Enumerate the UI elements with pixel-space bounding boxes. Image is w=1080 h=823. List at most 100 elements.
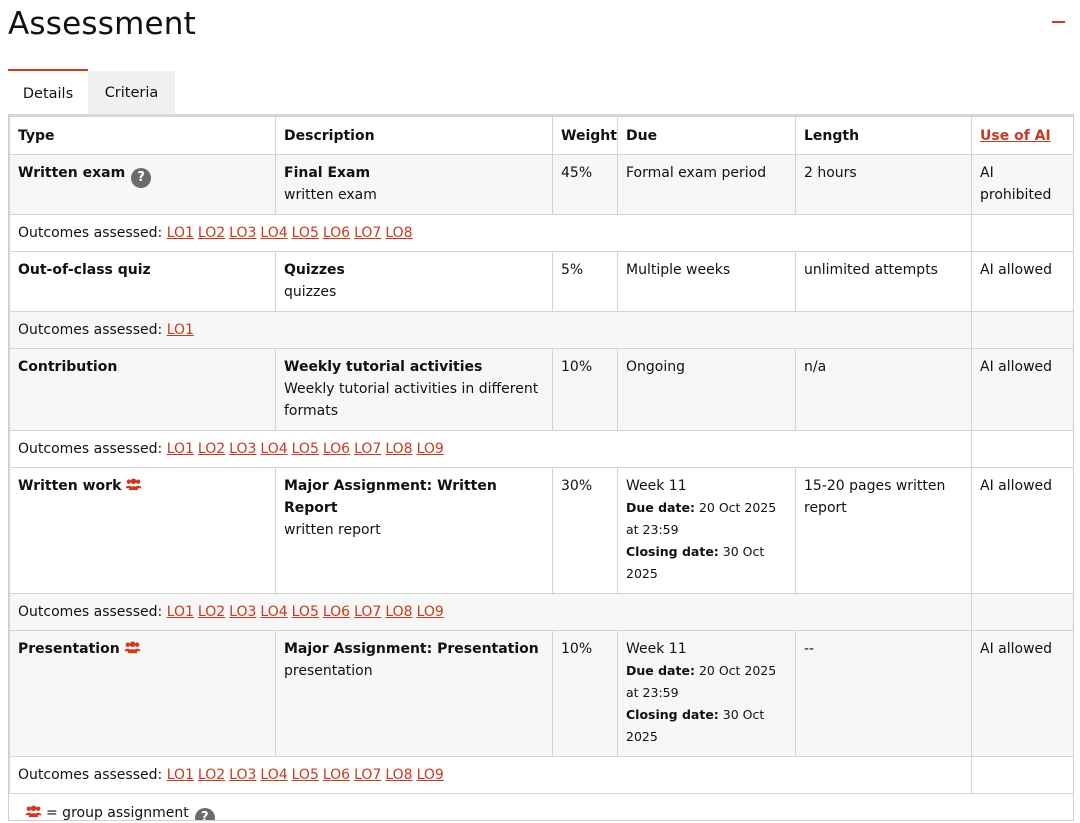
collapse-button[interactable] — [1050, 12, 1066, 32]
outcome-link-lo1[interactable]: LO1 — [167, 322, 194, 338]
outcomes-cell: Outcomes assessed: LO1 LO2 LO3 LO4 LO5 LO6 LO7… — [9, 593, 972, 631]
outcome-link-lo5[interactable]: LO5 — [292, 441, 319, 457]
tab-criteria[interactable]: Criteria — [88, 71, 175, 115]
outcome-link-lo7[interactable]: LO7 — [354, 604, 381, 620]
outcome-link-lo4[interactable]: LO4 — [260, 225, 287, 241]
due-date-label: Due date: — [626, 663, 695, 678]
due-text: Week 11 — [626, 478, 687, 494]
outcome-link-lo3[interactable]: LO3 — [229, 604, 256, 620]
outcome-link-lo4[interactable]: LO4 — [260, 604, 287, 620]
cell-type: Presentation — [9, 630, 276, 757]
outcomes-row: Outcomes assessed: LO1 LO2 LO3 LO4 LO5 LO6 LO7… — [9, 593, 1073, 631]
question-circle-icon[interactable]: ? — [194, 808, 215, 820]
outcome-link-lo9[interactable]: LO9 — [417, 604, 444, 620]
cell-use-of-ai: AI allowed — [971, 630, 1073, 757]
outcomes-label: Outcomes assessed: — [18, 767, 163, 783]
assessment-type: Presentation — [18, 641, 120, 657]
outcome-link-lo6[interactable]: LO6 — [323, 441, 350, 457]
outcome-link-lo2[interactable]: LO2 — [198, 441, 225, 457]
description-subtitle: written report — [284, 522, 381, 538]
cell-weight: 10% — [552, 630, 618, 757]
outcome-link-lo8[interactable]: LO8 — [385, 225, 412, 241]
outcome-link-lo5[interactable]: LO5 — [292, 604, 319, 620]
due-text: Formal exam period — [626, 165, 767, 181]
outcome-link-lo2[interactable]: LO2 — [198, 225, 225, 241]
outcome-link-lo6[interactable]: LO6 — [323, 604, 350, 620]
cell-description: Final Exam written exam — [275, 154, 553, 215]
cell-type: Written work — [9, 467, 276, 594]
outcome-link-lo7[interactable]: LO7 — [354, 767, 381, 783]
cell-use-of-ai: AI allowed — [971, 251, 1073, 312]
assessment-type: Contribution — [18, 359, 118, 375]
outcome-link-lo9[interactable]: LO9 — [417, 767, 444, 783]
description-title: Quizzes — [284, 262, 345, 278]
outcomes-empty-cell — [971, 214, 1073, 252]
question-circle-icon[interactable]: ? — [131, 168, 152, 188]
legend: = group assignment? — [9, 794, 1073, 821]
outcomes-row: Outcomes assessed: LO1 — [9, 311, 1073, 349]
outcome-link-lo2[interactable]: LO2 — [198, 767, 225, 783]
assessment-table: Type Description Weight Due Length Use o… — [9, 116, 1073, 794]
use-of-ai-link[interactable]: Use of AI — [980, 128, 1051, 144]
outcome-link-lo1[interactable]: LO1 — [167, 767, 194, 783]
cell-length: 2 hours — [795, 154, 972, 215]
outcome-link-lo1[interactable]: LO1 — [167, 441, 194, 457]
cell-type: Written exam? — [9, 154, 276, 215]
outcomes-cell: Outcomes assessed: LO1 LO2 LO3 LO4 LO5 LO6 LO7… — [9, 214, 972, 252]
outcome-link-lo3[interactable]: LO3 — [229, 225, 256, 241]
outcome-link-lo5[interactable]: LO5 — [292, 767, 319, 783]
assessment-type: Written exam — [18, 165, 126, 181]
outcome-link-lo9[interactable]: LO9 — [417, 441, 444, 457]
header-due: Due — [617, 116, 796, 155]
cell-description: Quizzes quizzes — [275, 251, 553, 312]
legend-text: = group assignment — [46, 805, 189, 821]
outcome-link-lo5[interactable]: LO5 — [292, 225, 319, 241]
cell-due: Week 11 Due date: 20 Oct 2025 at 23:59 Clo… — [617, 467, 796, 594]
description-title: Major Assignment: Presentation — [284, 641, 539, 657]
cell-type: Contribution — [9, 348, 276, 431]
outcome-link-lo7[interactable]: LO7 — [354, 225, 381, 241]
cell-weight: 5% — [552, 251, 618, 312]
cell-use-of-ai: AI allowed — [971, 348, 1073, 431]
outcome-link-lo8[interactable]: LO8 — [385, 441, 412, 457]
table-row: Presentation Major Assignment: Presentati… — [9, 630, 1073, 757]
outcomes-empty-cell — [971, 756, 1073, 794]
outcomes-empty-cell — [971, 430, 1073, 468]
outcome-link-lo3[interactable]: LO3 — [229, 441, 256, 457]
outcome-link-lo8[interactable]: LO8 — [385, 604, 412, 620]
cell-length: 15-20 pages written report — [795, 467, 972, 594]
cell-use-of-ai: AI allowed — [971, 467, 1073, 594]
outcome-link-lo6[interactable]: LO6 — [323, 767, 350, 783]
closing-date-label: Closing date: — [626, 544, 719, 559]
tab-details[interactable]: Details — [8, 69, 88, 113]
description-title: Final Exam — [284, 165, 371, 181]
outcomes-cell: Outcomes assessed: LO1 — [9, 311, 972, 349]
outcome-link-lo6[interactable]: LO6 — [323, 225, 350, 241]
outcomes-cell: Outcomes assessed: LO1 LO2 LO3 LO4 LO5 LO6 LO7… — [9, 756, 972, 794]
outcome-link-lo1[interactable]: LO1 — [167, 604, 194, 620]
outcome-link-lo8[interactable]: LO8 — [385, 767, 412, 783]
cell-type: Out-of-class quiz — [9, 251, 276, 312]
outcome-link-lo2[interactable]: LO2 — [198, 604, 225, 620]
table-row: Contribution Weekly tutorial activities We… — [9, 348, 1073, 431]
cell-due: Ongoing — [617, 348, 796, 431]
cell-use-of-ai: AI prohibited — [971, 154, 1073, 215]
due-text: Multiple weeks — [626, 262, 731, 278]
assessment-table-container: Type Description Weight Due Length Use o… — [8, 114, 1074, 821]
outcomes-empty-cell — [971, 311, 1073, 349]
cell-description: Major Assignment: Written Report written … — [275, 467, 553, 594]
outcome-link-lo1[interactable]: LO1 — [167, 225, 194, 241]
outcomes-row: Outcomes assessed: LO1 LO2 LO3 LO4 LO5 LO6 LO7… — [9, 430, 1073, 468]
cell-length: unlimited attempts — [795, 251, 972, 312]
outcome-link-lo4[interactable]: LO4 — [260, 441, 287, 457]
outcome-link-lo3[interactable]: LO3 — [229, 767, 256, 783]
group-people-icon — [125, 478, 142, 491]
outcomes-label: Outcomes assessed: — [18, 441, 163, 457]
outcomes-label: Outcomes assessed: — [18, 322, 163, 338]
outcome-link-lo7[interactable]: LO7 — [354, 441, 381, 457]
cell-length: n/a — [795, 348, 972, 431]
outcomes-cell: Outcomes assessed: LO1 LO2 LO3 LO4 LO5 LO6 LO7… — [9, 430, 972, 468]
outcome-link-lo4[interactable]: LO4 — [260, 767, 287, 783]
group-people-icon — [25, 805, 42, 818]
outcomes-label: Outcomes assessed: — [18, 604, 163, 620]
